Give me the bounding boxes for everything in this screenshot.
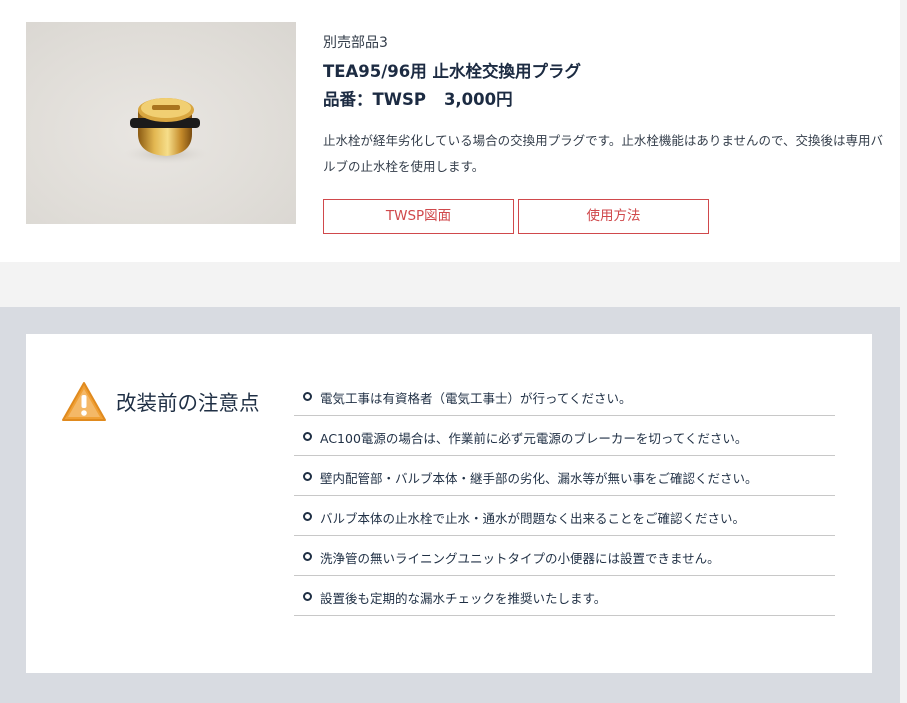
product-title: TEA95/96用 止水栓交換用プラグ [323,62,581,81]
list-item: 設置後も定期的な漏水チェックを推奨いたします。 [294,576,835,616]
list-item-text: AC100電源の場合は、作業前に必ず元電源のブレーカーを切ってください。 [320,431,748,446]
notice-list: 電気工事は有資格者（電気工事士）が行ってください。 AC100電源の場合は、作業… [294,376,835,616]
warning-icon [61,381,107,427]
price: 3,000円 [443,90,513,109]
bullet-icon [303,432,312,441]
list-item-text: 設置後も定期的な漏水チェックを推奨いたします。 [320,591,607,606]
list-item: AC100電源の場合は、作業前に必ず元電源のブレーカーを切ってください。 [294,416,835,456]
drawing-button[interactable]: TWSP図面 [323,199,514,234]
product-subtitle: 別売部品3 [323,35,388,51]
list-item: 壁内配管部・バルブ本体・継手部の劣化、漏水等が無い事をご確認ください。 [294,456,835,496]
list-item: 洗浄管の無いライニングユニットタイプの小便器には設置できません。 [294,536,835,576]
part-number: 品番：TWSP [323,90,426,109]
product-image [26,22,296,224]
list-item-text: 壁内配管部・バルブ本体・継手部の劣化、漏水等が無い事をご確認ください。 [320,471,758,486]
bullet-icon [303,552,312,561]
bullet-icon [303,392,312,401]
list-item-text: 洗浄管の無いライニングユニットタイプの小便器には設置できません。 [320,551,720,566]
notice-heading: 改装前の注意点 [116,391,260,415]
part-number-price: 品番：TWSP 3,000円 [323,86,513,110]
list-item: バルブ本体の止水栓で止水・通水が問題なく出来ることをご確認ください。 [294,496,835,536]
list-item-text: 電気工事は有資格者（電気工事士）が行ってください。 [320,391,632,406]
bullet-icon [303,472,312,481]
bullet-icon [303,512,312,521]
list-item: 電気工事は有資格者（電気工事士）が行ってください。 [294,376,835,416]
list-item-text: バルブ本体の止水栓で止水・通水が問題なく出来ることをご確認ください。 [320,511,746,526]
product-description: 止水栓が経年劣化している場合の交換用プラグです。止水栓機能はありませんので、交換… [323,133,884,174]
usage-button[interactable]: 使用方法 [518,199,709,234]
bullet-icon [303,592,312,601]
